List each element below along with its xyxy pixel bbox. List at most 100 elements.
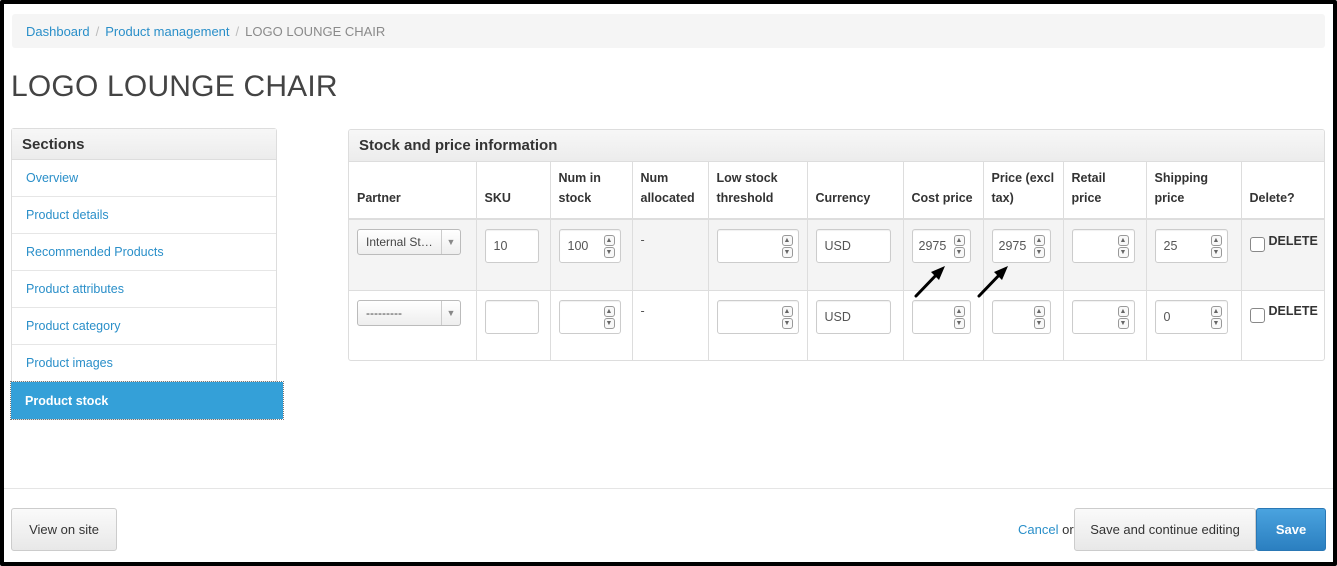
spinner[interactable]: ▲ ▼: [1033, 305, 1045, 329]
spinner-down-icon[interactable]: ▼: [781, 247, 793, 258]
currency-input[interactable]: USD: [815, 299, 891, 334]
price-excl-tax-input[interactable]: ▲ ▼: [991, 299, 1051, 334]
partner-select[interactable]: --------- ▼: [357, 299, 461, 326]
sku-value: 10: [493, 239, 508, 253]
save-continue-button[interactable]: Save and continue editing: [1074, 508, 1256, 551]
shipping-price-input[interactable]: 0 ▲ ▼: [1154, 299, 1228, 334]
price-excl-tax-input[interactable]: 2975 ▲ ▼: [991, 229, 1051, 263]
spinner-down-icon[interactable]: ▼: [953, 247, 965, 258]
sidebar-title: Sections: [12, 129, 276, 160]
column-header: Cost price: [903, 162, 984, 220]
sections-sidebar: Sections Overview Product details Recomm…: [10, 128, 284, 420]
cancel-group: Cancel or: [1018, 522, 1074, 537]
spinner-down-icon[interactable]: ▼: [603, 317, 615, 329]
column-header: Num in stock: [550, 162, 633, 220]
table-row: Internal St… ▼ 10 100 ▲ ▼ - ▲ ▼ USD 2975 ▲ ▼ 2…: [349, 219, 1324, 291]
shipping-price-input[interactable]: 25 ▲ ▼: [1154, 229, 1228, 263]
currency-value: USD: [824, 309, 851, 324]
spinner-down-icon[interactable]: ▼: [1210, 317, 1222, 329]
column-header: Partner: [349, 162, 477, 220]
spinner-up-icon[interactable]: ▲: [1210, 235, 1222, 246]
column-header: Price (excl tax): [983, 162, 1064, 220]
table-header-row: Partner SKU Num in stock Num allocated L…: [349, 162, 1324, 220]
low-stock-threshold-input[interactable]: ▲ ▼: [716, 229, 799, 263]
sidebar-item-product-category[interactable]: Product category: [12, 308, 276, 345]
spinner[interactable]: ▲ ▼: [1210, 305, 1222, 329]
breadcrumb-separator: /: [95, 23, 100, 39]
currency-value: USD: [824, 239, 851, 253]
sidebar-item-recommended-products[interactable]: Recommended Products: [12, 234, 276, 271]
num-allocated-value: -: [640, 303, 645, 318]
spinner-down-icon[interactable]: ▼: [781, 317, 793, 329]
num-in-stock-input[interactable]: 100 ▲ ▼: [558, 229, 621, 263]
column-header: Low stock threshold: [708, 162, 808, 220]
spinner-down-icon[interactable]: ▼: [1210, 247, 1222, 258]
spinner-up-icon[interactable]: ▲: [1033, 305, 1045, 317]
delete-label: DELETE: [1268, 233, 1318, 248]
spinner[interactable]: ▲ ▼: [953, 235, 965, 258]
spinner-down-icon[interactable]: ▼: [1033, 247, 1045, 258]
spinner[interactable]: ▲ ▼: [1210, 235, 1222, 258]
spinner-up-icon[interactable]: ▲: [603, 235, 615, 246]
retail-price-input[interactable]: ▲ ▼: [1071, 229, 1135, 263]
view-on-site-button[interactable]: View on site: [11, 508, 117, 551]
spinner-down-icon[interactable]: ▼: [1117, 317, 1129, 329]
spinner-up-icon[interactable]: ▲: [781, 235, 793, 246]
spinner-down-icon[interactable]: ▼: [603, 247, 615, 258]
sidebar-item-product-stock[interactable]: Product stock: [10, 381, 284, 420]
breadcrumb-dashboard[interactable]: Dashboard: [26, 24, 90, 39]
spinner-up-icon[interactable]: ▲: [781, 305, 793, 317]
currency-input[interactable]: USD: [815, 229, 891, 263]
breadcrumb: Dashboard / Product management / LOGO LO…: [12, 14, 1325, 48]
stock-price-panel: Stock and price information Partner SKU …: [348, 129, 1325, 361]
num-allocated-value: -: [640, 233, 645, 247]
or-text: or: [1062, 522, 1074, 537]
column-header: Delete?: [1241, 162, 1324, 220]
sku-input[interactable]: 10: [484, 229, 539, 263]
delete-control: DELETE: [1249, 300, 1319, 323]
cancel-link[interactable]: Cancel: [1018, 522, 1058, 537]
spinner[interactable]: ▲ ▼: [953, 305, 965, 329]
spinner[interactable]: ▲ ▼: [1033, 235, 1045, 258]
price-excl-tax-value: 2975: [998, 239, 1027, 253]
spinner-up-icon[interactable]: ▲: [1117, 305, 1129, 317]
sidebar-item-product-details[interactable]: Product details: [12, 197, 276, 234]
spinner[interactable]: ▲ ▼: [1117, 305, 1129, 329]
spinner-down-icon[interactable]: ▼: [1033, 317, 1045, 329]
spinner-down-icon[interactable]: ▼: [1117, 247, 1129, 258]
spinner-up-icon[interactable]: ▲: [603, 305, 615, 317]
delete-control: DELETE: [1249, 229, 1319, 252]
dropdown-caret-icon: ▼: [441, 230, 460, 254]
spinner-up-icon[interactable]: ▲: [1210, 305, 1222, 317]
delete-checkbox[interactable]: [1249, 307, 1265, 323]
spinner-up-icon[interactable]: ▲: [953, 235, 965, 246]
breadcrumb-separator: /: [235, 23, 240, 39]
low-stock-threshold-input[interactable]: ▲ ▼: [716, 299, 799, 334]
spinner-up-icon[interactable]: ▲: [1117, 235, 1129, 246]
spinner[interactable]: ▲ ▼: [1117, 235, 1129, 258]
cost-price-input[interactable]: ▲ ▼: [911, 299, 971, 334]
retail-price-input[interactable]: ▲ ▼: [1071, 299, 1135, 334]
spinner[interactable]: ▲ ▼: [781, 305, 793, 329]
delete-checkbox[interactable]: [1249, 237, 1265, 252]
spinner-up-icon[interactable]: ▲: [953, 305, 965, 317]
cost-price-value: 2975: [918, 239, 947, 253]
partner-select-value: Internal St…: [366, 235, 433, 249]
breadcrumb-product-management[interactable]: Product management: [105, 24, 229, 39]
spinner-up-icon[interactable]: ▲: [1033, 235, 1045, 246]
page-title: LOGO LOUNGE CHAIR: [11, 70, 338, 103]
sku-input[interactable]: [484, 299, 539, 334]
spinner-down-icon[interactable]: ▼: [953, 317, 965, 329]
sidebar-item-product-images[interactable]: Product images: [12, 345, 276, 382]
spinner[interactable]: ▲ ▼: [781, 235, 793, 258]
arrow-annotation-icon: [977, 266, 1008, 298]
save-button[interactable]: Save: [1256, 508, 1326, 551]
partner-select[interactable]: Internal St… ▼: [357, 229, 461, 255]
cost-price-input[interactable]: 2975 ▲ ▼: [911, 229, 971, 263]
stock-table: Partner SKU Num in stock Num allocated L…: [349, 162, 1324, 360]
num-in-stock-input[interactable]: ▲ ▼: [558, 299, 621, 334]
sidebar-item-product-attributes[interactable]: Product attributes: [12, 271, 276, 308]
spinner[interactable]: ▲ ▼: [603, 235, 615, 258]
sidebar-item-overview[interactable]: Overview: [12, 160, 276, 197]
spinner[interactable]: ▲ ▼: [603, 305, 615, 329]
